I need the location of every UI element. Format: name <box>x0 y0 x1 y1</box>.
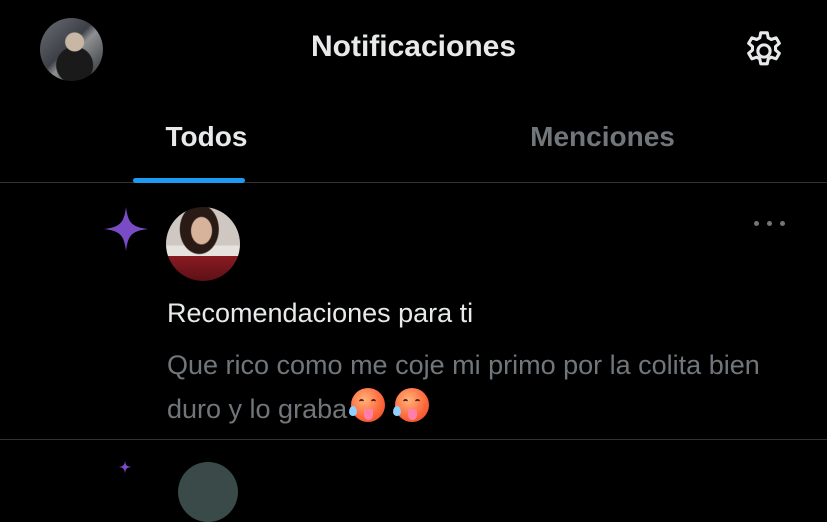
notification-title: Recomendaciones para ti <box>167 298 474 328</box>
next-notification-avatar[interactable] <box>178 462 238 522</box>
tab-bar: Todos Menciones <box>0 100 827 183</box>
gear-icon[interactable] <box>741 28 787 74</box>
notification-item[interactable]: Recomendaciones para ti Que rico como me… <box>0 183 827 440</box>
tab-todos[interactable]: Todos <box>0 100 413 182</box>
sparkle-icon <box>104 207 148 251</box>
drooling-hot-face-emoji <box>349 388 386 422</box>
page-title: Notificaciones <box>310 30 517 63</box>
notification-body[interactable]: Que rico como me coje mi primo por la co… <box>167 343 767 431</box>
drooling-hot-face-emoji <box>393 388 430 422</box>
top-bar: Notificaciones <box>0 0 827 100</box>
sparkle-icon <box>118 460 132 474</box>
recommended-account-avatar[interactable] <box>166 207 240 281</box>
more-options-icon[interactable] <box>752 213 788 233</box>
tab-menciones[interactable]: Menciones <box>396 100 809 182</box>
notification-body-text: Que rico como me coje mi primo por la co… <box>167 350 760 424</box>
